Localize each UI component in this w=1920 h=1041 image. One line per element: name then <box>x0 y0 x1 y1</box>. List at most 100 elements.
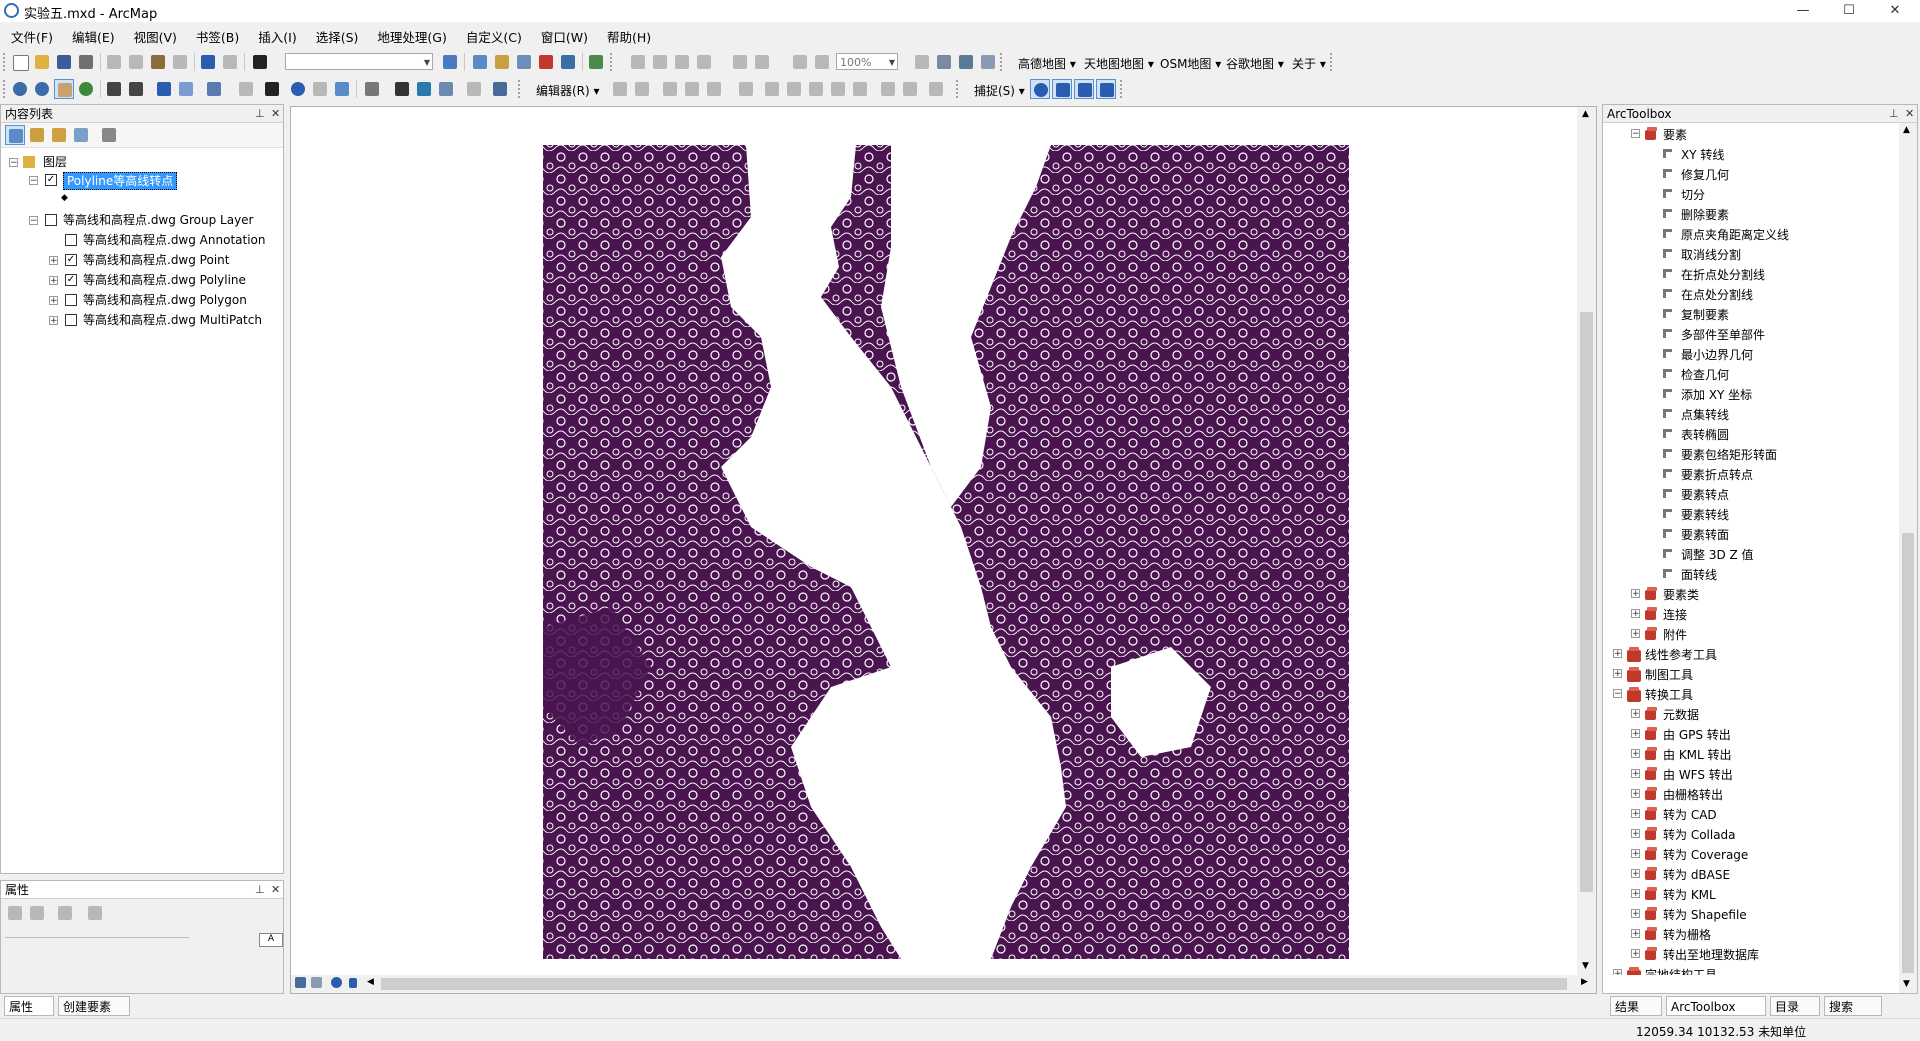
zoom-percent-combo[interactable]: 100% ▼ <box>836 53 898 70</box>
tree-expander[interactable]: + <box>1631 769 1640 779</box>
layers-expander[interactable]: − <box>9 158 18 168</box>
pan-icon[interactable] <box>54 79 74 99</box>
tab-create-features[interactable]: 创建要素 <box>58 996 130 1016</box>
toolset-item[interactable]: 元数据 <box>1663 707 1699 723</box>
save-icon[interactable] <box>54 52 74 72</box>
toolset-item[interactable]: 由 WFS 转出 <box>1663 767 1733 783</box>
list-by-drawing-order-icon[interactable] <box>5 125 25 145</box>
property-pages-icon[interactable] <box>55 903 75 923</box>
menu-geoprocessing[interactable]: 地理处理(G) <box>366 24 454 46</box>
refresh-view-icon[interactable] <box>329 975 345 991</box>
tree-expander[interactable]: + <box>1631 609 1640 619</box>
tab-catalog[interactable]: 目录 <box>1770 996 1820 1016</box>
edge-snapping-icon[interactable] <box>1096 79 1116 99</box>
tool-item[interactable]: 切分 <box>1681 187 1705 203</box>
gaode-map-menu[interactable]: 高德地图 ▾ <box>1018 55 1076 72</box>
tool-item[interactable]: 在点处分割线 <box>1681 287 1753 303</box>
layout-view-icon[interactable] <box>309 975 325 991</box>
menu-edit[interactable]: 编辑(E) <box>61 24 123 46</box>
layer-expander[interactable]: − <box>29 216 38 226</box>
fixed-zoom-out-icon[interactable] <box>126 79 146 99</box>
layer-name[interactable]: 等高线和高程点.dwg Point <box>83 252 229 268</box>
toolbar-grip[interactable] <box>1330 53 1335 71</box>
about-menu[interactable]: 关于 ▾ <box>1292 55 1326 72</box>
scroll-up-icon[interactable]: ▲ <box>1582 109 1589 119</box>
toc-window-icon[interactable] <box>470 52 490 72</box>
goto-xy-icon[interactable] <box>436 79 456 99</box>
attributes-icon[interactable] <box>878 79 898 99</box>
toolset-item[interactable]: 转为栅格 <box>1663 927 1711 943</box>
tool-item[interactable]: 要素折点转点 <box>1681 467 1753 483</box>
tree-expander[interactable]: + <box>1631 589 1640 599</box>
select-elements-icon[interactable] <box>262 79 282 99</box>
tree-expander[interactable]: + <box>1631 809 1640 819</box>
menu-windows[interactable]: 窗口(W) <box>530 24 596 46</box>
toc-close-icon[interactable]: ✕ <box>271 105 280 123</box>
layer-visibility-checkbox[interactable] <box>65 314 77 326</box>
toolbox-item[interactable]: 转换工具 <box>1645 687 1693 703</box>
back-extent-icon[interactable] <box>790 52 810 72</box>
menu-bookmarks[interactable]: 书签(B) <box>185 24 247 46</box>
tianditu-map-menu[interactable]: 天地图地图 ▾ <box>1084 55 1154 72</box>
model-builder-icon[interactable] <box>586 52 606 72</box>
arctoolbox-close-icon[interactable]: ✕ <box>1905 105 1914 123</box>
tool-item[interactable]: 原点夹角距离定义线 <box>1681 227 1789 243</box>
straight-segment-icon[interactable] <box>660 79 680 99</box>
tool-item[interactable]: 在折点处分割线 <box>1681 267 1765 283</box>
end-snapping-icon[interactable] <box>1052 79 1072 99</box>
zoom-in-icon[interactable] <box>10 79 30 99</box>
zoom-whole-page-icon[interactable] <box>694 52 714 72</box>
tool-item[interactable]: XY 转线 <box>1681 147 1724 163</box>
edit-annotation-icon[interactable] <box>632 79 652 99</box>
tree-expander[interactable]: + <box>1631 709 1640 719</box>
layer-name[interactable]: 等高线和高程点.dwg Polygon <box>83 292 247 308</box>
tool-item[interactable]: 要素包络矩形转面 <box>1681 447 1777 463</box>
html-popup-icon[interactable] <box>332 79 352 99</box>
edit-tool-icon[interactable] <box>610 79 630 99</box>
tree-expander[interactable]: + <box>1631 909 1640 919</box>
toolset-item[interactable]: 要素类 <box>1663 587 1699 603</box>
cut-icon[interactable] <box>104 52 124 72</box>
end-point-arc-icon[interactable] <box>682 79 702 99</box>
tree-expander[interactable]: − <box>1613 689 1622 699</box>
properties-options-icon[interactable] <box>85 903 105 923</box>
description-toggle-icon[interactable]: A <box>259 933 283 947</box>
toolbar-grip[interactable] <box>3 53 8 71</box>
list-by-visibility-icon[interactable] <box>49 125 69 145</box>
scroll-left-icon[interactable]: ◀ <box>367 977 374 987</box>
tool-item[interactable]: 面转线 <box>1681 567 1717 583</box>
menu-help[interactable]: 帮助(H) <box>596 24 659 46</box>
tree-expander[interactable]: + <box>1631 849 1640 859</box>
scroll-down-icon[interactable]: ▼ <box>1582 961 1589 971</box>
layout-zoom-out-icon[interactable] <box>650 52 670 72</box>
time-slider-icon[interactable] <box>464 79 484 99</box>
undo-icon[interactable] <box>198 52 218 72</box>
tree-expander[interactable]: + <box>1631 729 1640 739</box>
scroll-thumb[interactable] <box>1902 533 1914 973</box>
auto-hide-pin-icon[interactable]: ⊥ <box>255 881 265 899</box>
list-by-source-icon[interactable] <box>27 125 47 145</box>
layer-expander[interactable]: + <box>49 276 58 286</box>
cut-polygons-icon[interactable] <box>806 79 826 99</box>
layer-expander[interactable]: + <box>49 296 58 306</box>
tree-expander[interactable]: + <box>1631 949 1640 959</box>
new-document-icon[interactable] <box>10 52 30 72</box>
open-icon[interactable] <box>32 52 52 72</box>
measure-icon[interactable] <box>362 79 382 99</box>
tree-expander[interactable]: + <box>1613 969 1622 975</box>
find-icon[interactable] <box>392 79 412 99</box>
split-tool-icon[interactable] <box>828 79 848 99</box>
select-features-icon[interactable] <box>204 79 224 99</box>
toolbar-grip[interactable] <box>518 80 523 98</box>
toolbar-grip[interactable] <box>1120 80 1125 98</box>
horizontal-scroll-thumb[interactable] <box>381 978 1567 990</box>
print-icon[interactable] <box>76 52 96 72</box>
layer-expander[interactable]: + <box>49 316 58 326</box>
vertex-snapping-icon[interactable] <box>1074 79 1094 99</box>
delete-icon[interactable] <box>170 52 190 72</box>
toolset-item[interactable]: 由 KML 转出 <box>1663 747 1732 763</box>
tree-expander[interactable]: + <box>1631 829 1640 839</box>
data-view-icon[interactable] <box>293 975 309 991</box>
menu-selection[interactable]: 选择(S) <box>305 24 367 46</box>
tree-expander[interactable]: + <box>1613 649 1622 659</box>
